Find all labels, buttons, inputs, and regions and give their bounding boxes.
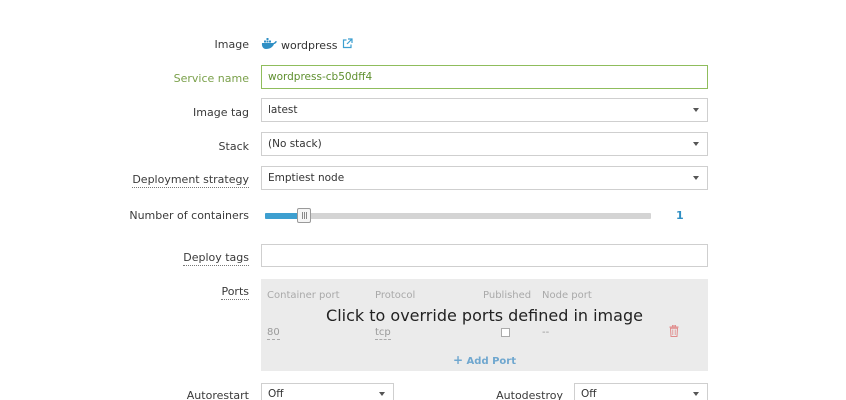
containers-slider-handle[interactable] bbox=[297, 208, 311, 223]
col-published: Published bbox=[483, 290, 532, 301]
autorestart-select[interactable]: Off bbox=[261, 383, 394, 400]
containers-value: 1 bbox=[676, 209, 684, 222]
chevron-down-icon bbox=[379, 392, 385, 396]
containers-slider-track[interactable] bbox=[265, 213, 651, 219]
image-info: wordpress bbox=[261, 38, 353, 52]
deployment-strategy-select[interactable]: Emptiest node bbox=[261, 166, 708, 190]
deploy-tags-input[interactable] bbox=[261, 244, 708, 267]
image-tag-label: Image tag bbox=[193, 106, 249, 119]
deployment-strategy-label: Deployment strategy bbox=[132, 173, 249, 188]
image-name[interactable]: wordpress bbox=[281, 39, 338, 52]
image-tag-value: latest bbox=[268, 104, 298, 116]
port-protocol[interactable]: tcp bbox=[375, 327, 391, 340]
service-name-input[interactable]: wordpress-cb50dff4 bbox=[261, 65, 708, 89]
autodestroy-select[interactable]: Off bbox=[574, 383, 708, 400]
image-tag-select[interactable]: latest bbox=[261, 98, 708, 122]
external-link-icon[interactable] bbox=[342, 38, 353, 52]
docker-whale-icon bbox=[261, 38, 277, 52]
trash-icon[interactable] bbox=[669, 324, 679, 340]
col-container-port: Container port bbox=[267, 290, 340, 301]
stack-select[interactable]: (No stack) bbox=[261, 132, 708, 156]
autorestart-label: Autorestart bbox=[187, 389, 249, 400]
port-node-port: -- bbox=[542, 327, 550, 338]
stack-value: (No stack) bbox=[268, 138, 322, 150]
ports-panel[interactable]: Container port Protocol Published Node p… bbox=[261, 279, 708, 371]
autodestroy-label: Autodestroy bbox=[496, 389, 563, 400]
chevron-down-icon bbox=[693, 176, 699, 180]
image-label: Image bbox=[214, 38, 249, 51]
port-published-checkbox[interactable] bbox=[501, 328, 510, 337]
add-port-label: Add Port bbox=[466, 356, 516, 367]
containers-label: Number of containers bbox=[129, 209, 249, 222]
col-node-port: Node port bbox=[542, 290, 592, 301]
chevron-down-icon bbox=[693, 142, 699, 146]
add-port-button[interactable]: + Add Port bbox=[261, 353, 708, 367]
service-name-value: wordpress-cb50dff4 bbox=[268, 71, 373, 83]
port-container-port[interactable]: 80 bbox=[267, 327, 280, 340]
service-name-label: Service name bbox=[173, 72, 249, 85]
chevron-down-icon bbox=[693, 392, 699, 396]
col-protocol: Protocol bbox=[375, 290, 416, 301]
override-ports-overlay[interactable]: Click to override ports defined in image bbox=[261, 306, 708, 325]
stack-label: Stack bbox=[218, 140, 249, 153]
autodestroy-value: Off bbox=[581, 388, 597, 400]
ports-label: Ports bbox=[221, 285, 249, 300]
deploy-tags-label: Deploy tags bbox=[183, 251, 249, 266]
deployment-strategy-value: Emptiest node bbox=[268, 172, 345, 184]
chevron-down-icon bbox=[693, 108, 699, 112]
plus-icon: + bbox=[453, 353, 464, 367]
autorestart-value: Off bbox=[268, 388, 284, 400]
